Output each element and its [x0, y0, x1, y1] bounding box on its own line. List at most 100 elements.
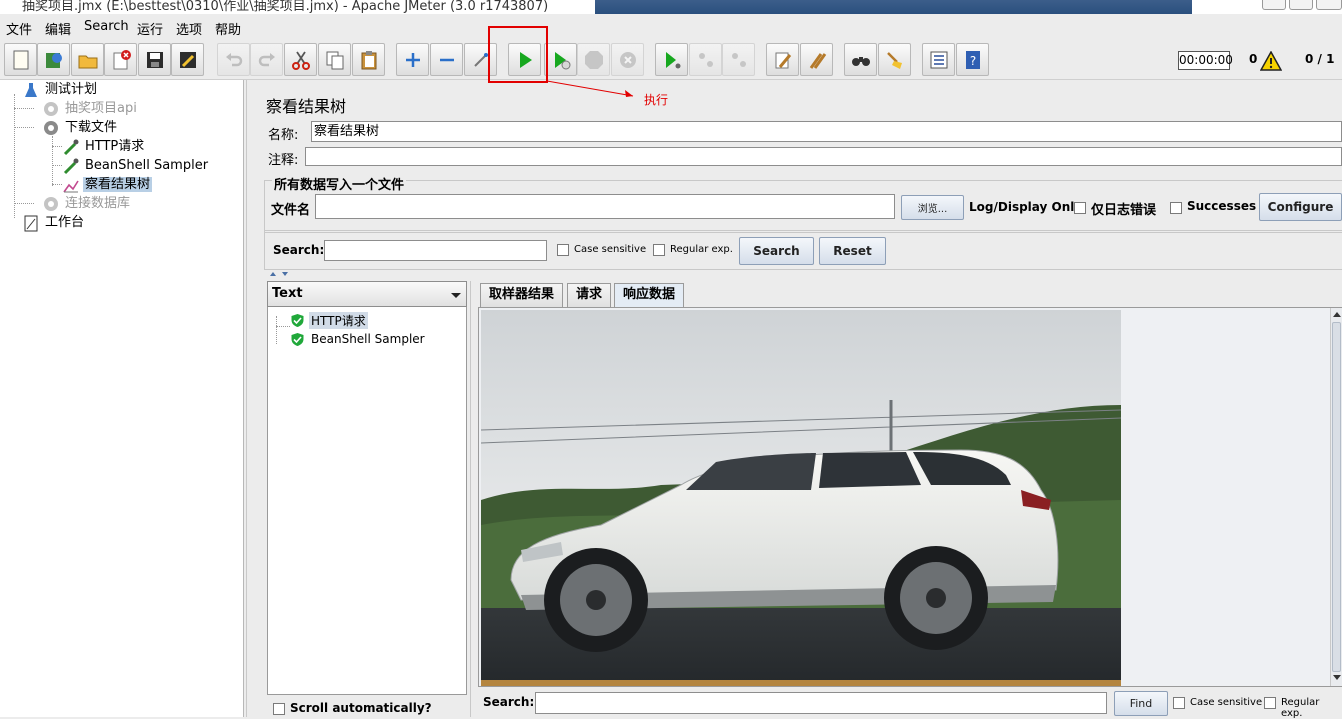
browse-button[interactable]: 浏览... — [901, 195, 964, 220]
title-bar-background — [595, 0, 1192, 14]
minimize-button[interactable] — [1262, 0, 1286, 10]
function-helper-button[interactable] — [922, 43, 955, 76]
tree-item-test-plan[interactable]: 测试计划 — [22, 81, 99, 99]
menu-run[interactable]: 运行 — [137, 19, 163, 38]
active-threads: 0 / 1 — [1305, 52, 1335, 66]
window-title: 抽奖项目.jmx (E:\besttest\0310\作业\抽奖项目.jmx) … — [22, 0, 549, 14]
close-button[interactable] — [104, 43, 137, 76]
maximize-button[interactable] — [1289, 0, 1313, 10]
response-regex-checkbox[interactable] — [1264, 697, 1276, 709]
response-viewer — [478, 307, 1342, 687]
tree-item-thread-group-api[interactable]: 抽奖项目api — [42, 100, 139, 118]
file-section-title: 所有数据写入一个文件 — [272, 174, 407, 193]
search-submit-button[interactable]: Search — [739, 237, 814, 265]
clear-button[interactable] — [766, 43, 799, 76]
tree-item-http-request[interactable]: HTTP请求 — [62, 138, 146, 156]
tree-item-view-results-tree[interactable]: 察看结果树 — [62, 176, 153, 194]
scroll-up-icon[interactable] — [1332, 310, 1342, 318]
svg-text:?: ? — [969, 54, 975, 68]
undo-button[interactable] — [217, 43, 250, 76]
tree-item-beanshell-sampler[interactable]: BeanShell Sampler — [62, 157, 210, 175]
remote-start-button[interactable] — [655, 43, 688, 76]
scroll-auto-checkbox[interactable] — [273, 703, 285, 715]
collapse-button[interactable] — [430, 43, 463, 76]
open-button[interactable] — [71, 43, 104, 76]
save-as-icon — [179, 51, 196, 68]
tab-sampler-result[interactable]: 取样器结果 — [480, 283, 564, 307]
save-as-button[interactable] — [171, 43, 204, 76]
help-icon: ? — [965, 50, 980, 69]
result-item-label: HTTP请求 — [309, 311, 368, 329]
reset-search-button[interactable] — [878, 43, 911, 76]
menu-file[interactable]: 文件 — [6, 19, 32, 38]
expand-button[interactable] — [396, 43, 429, 76]
close-window-button[interactable] — [1316, 0, 1342, 10]
car-photo — [481, 310, 1121, 686]
clear-all-icon — [809, 52, 826, 69]
paste-button[interactable] — [352, 43, 385, 76]
regex-checkbox[interactable] — [653, 244, 665, 256]
templates-button[interactable] — [37, 43, 70, 76]
new-button[interactable] — [4, 43, 37, 76]
results-splitter[interactable] — [470, 281, 476, 717]
scroll-down-icon[interactable] — [1332, 674, 1342, 682]
errors-only-checkbox[interactable] — [1074, 202, 1086, 214]
remote-stop-button[interactable] — [689, 43, 722, 76]
menu-search[interactable]: Search — [84, 19, 129, 34]
notepad-icon — [24, 215, 38, 232]
close-icon — [113, 49, 131, 69]
tree-item-download[interactable]: 下载文件 — [42, 119, 119, 137]
tree-item-workbench[interactable]: 工作台 — [22, 214, 86, 232]
shutdown-button[interactable] — [611, 43, 644, 76]
menu-bar: 文件 编辑 Search 运行 选项 帮助 — [0, 14, 1342, 40]
stop-button[interactable] — [577, 43, 610, 76]
response-search-input[interactable] — [535, 692, 1107, 714]
case-sensitive-checkbox[interactable] — [557, 244, 569, 256]
tree-splitter[interactable] — [246, 80, 254, 717]
menu-edit[interactable]: 编辑 — [45, 19, 71, 38]
find-button[interactable]: Find — [1114, 691, 1168, 716]
cut-button[interactable] — [284, 43, 317, 76]
renderer-select[interactable]: Text — [267, 281, 467, 307]
search-button[interactable] — [844, 43, 877, 76]
name-field[interactable]: 察看结果树 — [311, 121, 1342, 142]
response-case-sensitive-checkbox[interactable] — [1173, 697, 1185, 709]
expand-icon — [405, 52, 420, 67]
configure-button[interactable]: Configure — [1259, 193, 1342, 221]
list-icon — [930, 51, 947, 68]
cut-icon — [291, 51, 310, 70]
redo-icon — [258, 52, 275, 66]
result-item-beanshell[interactable]: BeanShell Sampler — [290, 330, 427, 348]
warning-icon[interactable] — [1260, 51, 1282, 71]
save-button[interactable] — [138, 43, 171, 76]
name-label: 名称: — [268, 128, 299, 143]
successes-checkbox[interactable] — [1170, 202, 1182, 214]
filename-field[interactable] — [315, 194, 895, 219]
viewer-scrollbar[interactable] — [1330, 308, 1342, 686]
menu-options[interactable]: 选项 — [176, 19, 202, 38]
help-button[interactable]: ? — [956, 43, 989, 76]
tab-response-data[interactable]: 响应数据 — [614, 283, 685, 307]
remote-shutdown-button[interactable] — [722, 43, 755, 76]
filename-label: 文件名 — [271, 203, 311, 218]
copy-button[interactable] — [318, 43, 351, 76]
search-input[interactable] — [324, 240, 547, 261]
binoculars-icon — [851, 56, 870, 66]
start-no-pause-button[interactable] — [544, 43, 577, 76]
open-icon — [78, 55, 97, 68]
tree-item-database[interactable]: 连接数据库 — [42, 195, 132, 213]
stop-icon — [584, 50, 603, 69]
comment-field[interactable] — [305, 147, 1342, 166]
redo-button[interactable] — [250, 43, 283, 76]
result-item-http-request[interactable]: HTTP请求 — [290, 311, 368, 329]
scroll-auto-label: Scroll automatically? — [290, 701, 432, 715]
reset-button[interactable]: Reset — [819, 237, 886, 265]
clear-all-button[interactable] — [800, 43, 833, 76]
scroll-auto-row: Scroll automatically? — [270, 700, 470, 717]
annotation-label: 执行 — [644, 93, 669, 107]
scroll-thumb[interactable] — [1332, 322, 1341, 672]
menu-help[interactable]: 帮助 — [215, 19, 241, 38]
tab-request[interactable]: 请求 — [567, 283, 612, 307]
split-arrows-icon[interactable] — [268, 271, 292, 277]
broom-icon — [886, 51, 902, 69]
